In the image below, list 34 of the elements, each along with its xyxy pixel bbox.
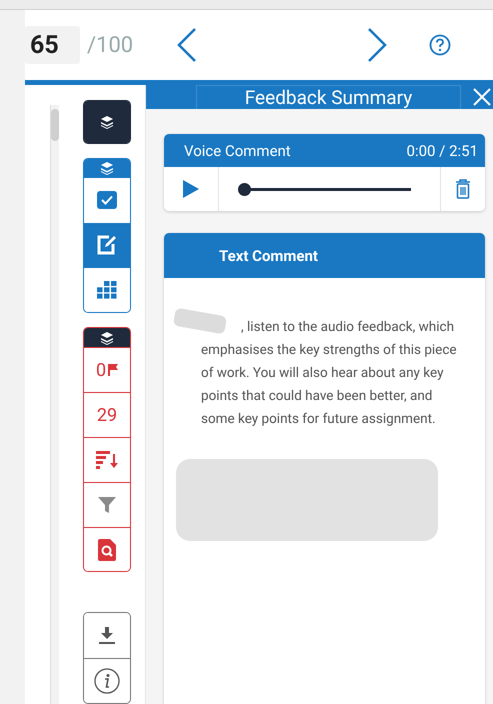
trash-icon xyxy=(455,179,471,199)
play-icon xyxy=(183,180,199,198)
card-title: Voice Comment xyxy=(184,142,291,160)
document-search-icon xyxy=(98,538,116,560)
tool-button[interactable] xyxy=(84,658,130,703)
comment-text: , listen to the audio feedback, which emphasises the key strengths of this piece of work. You will also hear about any key points that could have been better, and some key points for future assignment. xyxy=(201,318,458,429)
chevron-left-icon xyxy=(177,28,198,62)
close-icon xyxy=(473,88,491,106)
score-total: /100 xyxy=(87,32,134,58)
group-header-button[interactable] xyxy=(84,328,130,348)
sort-icon xyxy=(96,450,118,469)
help-button[interactable] xyxy=(429,34,452,56)
scrollbar[interactable] xyxy=(50,105,59,704)
score-field[interactable]: 65 xyxy=(25,26,80,64)
edit-icon xyxy=(96,234,118,256)
layers-icon xyxy=(100,161,114,176)
layers-icon xyxy=(100,330,114,345)
flag-icon xyxy=(108,364,118,376)
card-title: Text Comment xyxy=(219,246,318,264)
help-icon xyxy=(429,34,452,56)
panel-title-tab[interactable]: Feedback Summary xyxy=(196,85,461,109)
delete-button[interactable] xyxy=(440,167,485,211)
grid-icon xyxy=(97,280,117,299)
next-button[interactable] xyxy=(367,28,388,62)
chevron-right-icon xyxy=(367,28,388,62)
info-icon xyxy=(94,668,120,694)
previous-button[interactable] xyxy=(177,28,198,62)
play-button[interactable] xyxy=(164,167,219,211)
audio-time: 0:00 / 2:51 xyxy=(406,142,478,160)
download-icon xyxy=(99,626,115,645)
layers-icon xyxy=(100,114,114,129)
checkbox-icon xyxy=(96,190,118,210)
slider-thumb[interactable] xyxy=(238,182,251,196)
filter-icon xyxy=(98,496,116,513)
